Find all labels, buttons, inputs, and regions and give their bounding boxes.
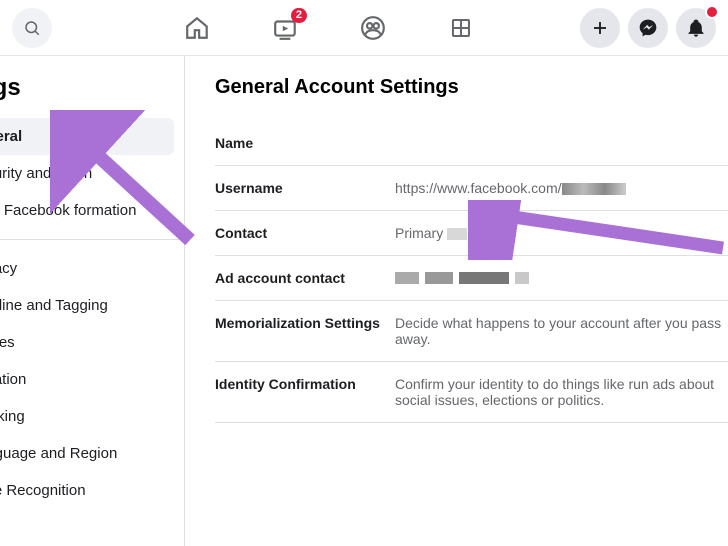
notifications-badge [705,5,719,19]
notifications-button[interactable] [676,8,716,48]
row-username[interactable]: Username https://www.facebook.com/ [215,166,728,211]
redacted-block [425,272,453,284]
row-identity[interactable]: Identity Confirmation Confirm your ident… [215,362,728,423]
sidebar-item-blocking[interactable]: locking [0,398,184,435]
nav-watch[interactable]: 2 [271,14,299,42]
row-label-ad-contact: Ad account contact [215,270,395,286]
main-content: General Account Settings Name Username h… [185,56,728,546]
row-value-contact: Primary [395,225,728,241]
layout: ngs eneral ecurity and Login our Faceboo… [0,56,728,546]
bell-icon [686,18,706,38]
page-title: General Account Settings [215,76,728,99]
gaming-icon [449,16,473,40]
nav-groups[interactable] [359,14,387,42]
row-label-name: Name [215,135,395,151]
home-icon [184,15,210,41]
sidebar: ngs eneral ecurity and Login our Faceboo… [0,56,185,546]
redacted-contact [447,228,467,240]
watch-badge: 2 [291,8,307,23]
search-icon [23,19,41,37]
topbar-right [580,8,716,48]
sidebar-item-location[interactable]: ocation [0,361,184,398]
messenger-icon [638,18,658,38]
redacted-block [395,272,419,284]
row-value-memorialization: Decide what happens to your account afte… [395,315,728,347]
sidebar-item-language[interactable]: anguage and Region [0,435,184,472]
row-value-ad-contact [395,270,728,286]
messenger-button[interactable] [628,8,668,48]
row-memorialization[interactable]: Memorialization Settings Decide what hap… [215,301,728,362]
redacted-block [459,272,509,284]
create-button[interactable] [580,8,620,48]
sidebar-title: ngs [0,74,184,102]
redacted-username [562,183,626,195]
row-ad-contact[interactable]: Ad account contact [215,256,728,301]
sidebar-item-face-recognition[interactable]: ace Recognition [0,472,184,509]
row-label-identity: Identity Confirmation [215,376,395,408]
groups-icon [360,15,386,41]
row-value-identity: Confirm your identity to do things like … [395,376,728,408]
row-label-contact: Contact [215,225,395,241]
row-label-memorialization: Memorialization Settings [215,315,395,347]
sidebar-divider [0,239,184,240]
row-value-name [395,135,728,151]
sidebar-item-security[interactable]: ecurity and Login [0,155,184,192]
sidebar-item-general[interactable]: eneral [0,118,174,155]
sidebar-item-facebook-info[interactable]: our Facebook formation [0,192,184,229]
sidebar-item-stories[interactable]: tories [0,324,184,361]
sidebar-item-timeline[interactable]: meline and Tagging [0,287,184,324]
row-value-username: https://www.facebook.com/ [395,180,728,196]
nav-center: 2 [183,14,475,42]
row-contact[interactable]: Contact Primary [215,211,728,256]
nav-gaming[interactable] [447,14,475,42]
plus-icon [591,19,609,37]
row-label-username: Username [215,180,395,196]
sidebar-item-privacy[interactable]: rivacy [0,250,184,287]
nav-home[interactable] [183,14,211,42]
topbar: 2 [0,0,728,56]
redacted-block [515,272,529,284]
row-name[interactable]: Name [215,121,728,166]
search-button[interactable] [12,8,52,48]
